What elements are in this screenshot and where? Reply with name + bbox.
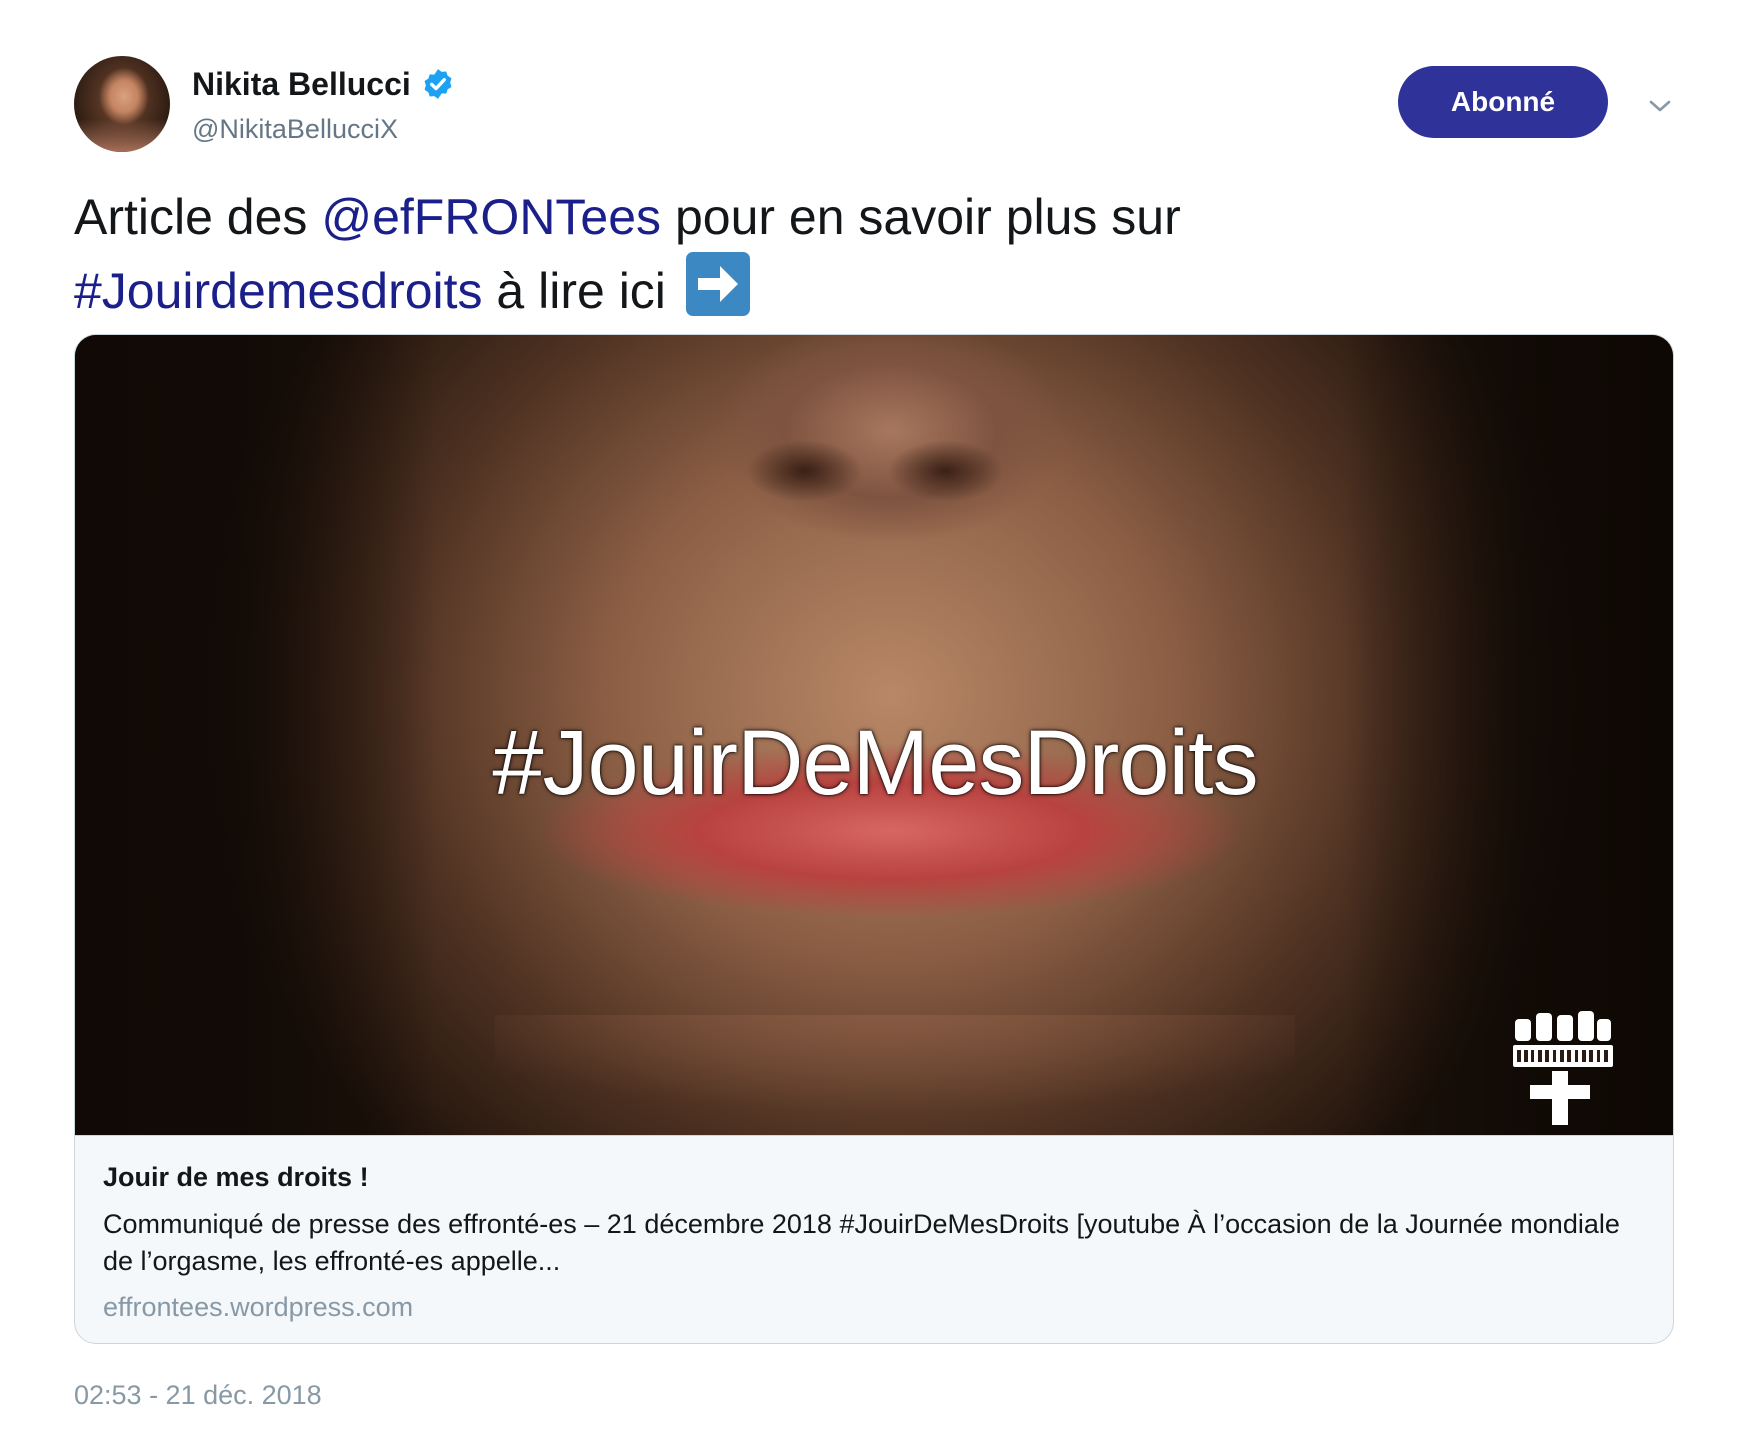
chevron-down-icon[interactable] <box>1646 92 1674 120</box>
card-title: Jouir de mes droits ! <box>103 1162 369 1192</box>
arrow-right-icon <box>685 252 750 316</box>
following-button[interactable]: Abonné <box>1398 66 1608 138</box>
author-name-line: Nikita Bellucci <box>192 64 455 104</box>
avatar[interactable] <box>74 56 170 152</box>
verified-badge-icon <box>424 69 452 99</box>
image-chin-shading <box>495 1015 1295 1135</box>
tweet: Nikita Bellucci @NikitaBellucciX Abonné … <box>0 0 1746 1434</box>
image-nose-shading <box>715 405 1035 515</box>
effrontees-logo <box>1513 1011 1613 1125</box>
card-domain: effrontees.wordpress.com <box>103 1292 414 1322</box>
tweet-timestamp[interactable]: 02:53 - 21 déc. 2018 <box>74 1380 322 1411</box>
tweet-text-suffix: à lire ici <box>482 263 680 319</box>
card-body[interactable]: Jouir de mes droits ! Communiqué de pres… <box>75 1135 1673 1343</box>
image-hashtag-overlay: #JouirDeMesDroits <box>492 712 1258 814</box>
mention-link[interactable]: @efFRONTees <box>321 189 661 245</box>
card-description: Communiqué de presse des effronté-es – 2… <box>103 1209 1620 1276</box>
author-display-name[interactable]: Nikita Bellucci <box>192 66 411 103</box>
hashtag-link[interactable]: #Jouirdemesdroits <box>74 263 483 319</box>
tweet-text: Article des @efFRONTees pour en savoir p… <box>74 182 1674 326</box>
card-image[interactable]: #JouirDeMesDroits <box>75 335 1673 1135</box>
tweet-text-middle: pour en savoir plus sur <box>661 189 1181 245</box>
tweet-text-prefix: Article des <box>74 189 322 245</box>
author-handle[interactable]: @NikitaBellucciX <box>192 114 398 145</box>
link-card[interactable]: #JouirDeMesDroits Jouir de mes droits ! … <box>74 334 1674 1344</box>
